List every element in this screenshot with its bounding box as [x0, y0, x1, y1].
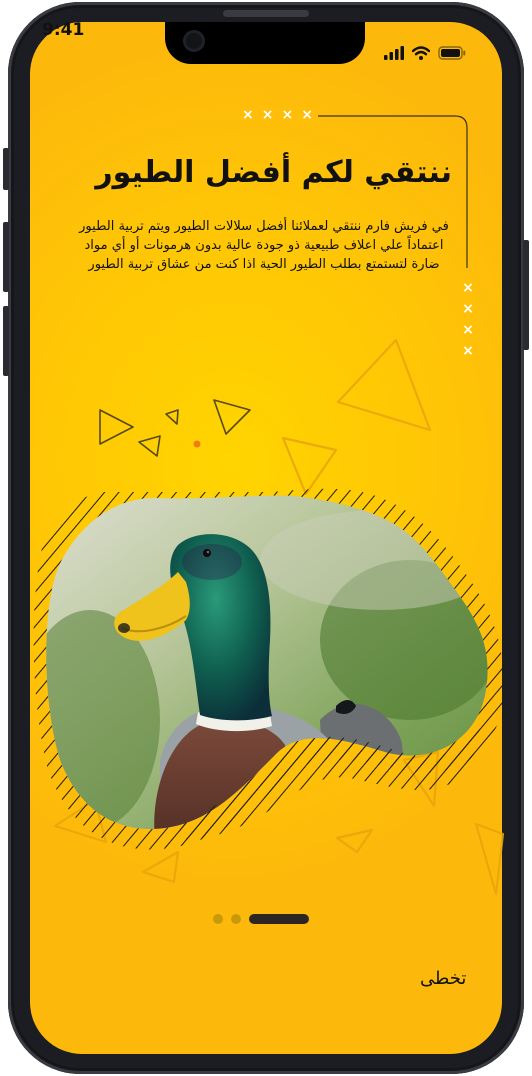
- page-dot-2[interactable]: [231, 914, 241, 924]
- power-button: [523, 240, 529, 350]
- page-dot-1[interactable]: [213, 914, 223, 924]
- mute-switch: [3, 148, 9, 190]
- signal-icon: [384, 45, 404, 64]
- deco-x-row: ××××: [242, 107, 321, 123]
- page-dot-3-active[interactable]: [249, 914, 309, 924]
- onboarding-title: ننتقي لكم أفضل الطيور: [95, 155, 452, 190]
- wifi-icon: [411, 45, 431, 64]
- skip-button[interactable]: تخطى: [420, 968, 466, 989]
- volume-down-button: [3, 306, 9, 376]
- volume-up-button: [3, 222, 9, 292]
- speaker-grille: [223, 10, 309, 17]
- status-time: 9:41: [42, 20, 85, 40]
- status-icons: [384, 45, 466, 64]
- onboarding-description: في فريش فارم ننتقي لعملائنا أفضل سلالات …: [79, 219, 449, 272]
- deco-x-column: × × × ×: [462, 280, 474, 359]
- front-camera: [183, 30, 205, 52]
- battery-icon: [438, 45, 466, 64]
- notch: [165, 22, 365, 64]
- page-indicator: [213, 914, 309, 924]
